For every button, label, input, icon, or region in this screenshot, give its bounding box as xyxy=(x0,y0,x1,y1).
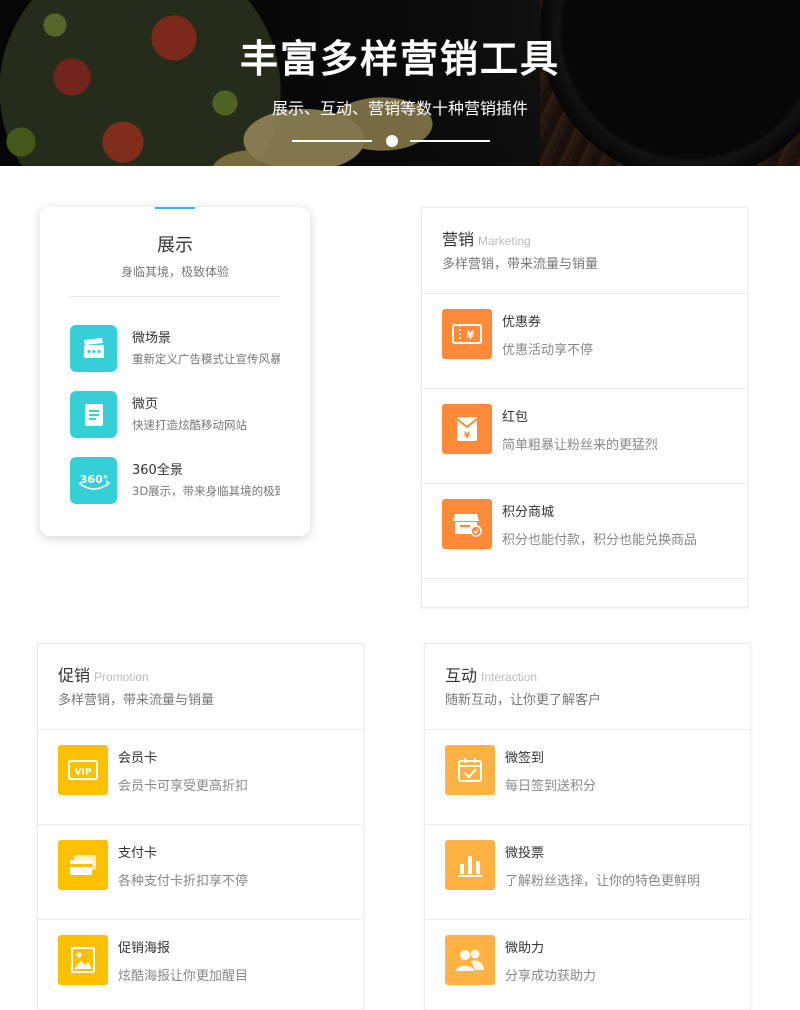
panel-title-en: Interaction xyxy=(481,670,538,684)
feature-name: 会员卡 xyxy=(118,751,158,766)
banner-title: 丰富多样营销工具 xyxy=(239,37,560,81)
display-item-panorama[interactable]: 360° 360全景 3D展示，带来身临其境的极致体验 xyxy=(70,457,290,505)
marketing-panel: 营销 Marketing 多样营销，带来流量与销量 ¥ 优惠券 优惠活动享不停 ¥… xyxy=(421,207,748,608)
panel-title-cn: 营销 xyxy=(442,230,475,249)
feature-name: 促销海报 xyxy=(118,941,171,956)
hero-banner: 丰富多样营销工具 展示、互动、营销等数十种营销插件 xyxy=(0,0,800,166)
panel-subtitle: 多样营销，带来流量与销量 xyxy=(58,693,215,708)
display-item-desc: 重新定义广告模式让宣传风暴 xyxy=(132,352,280,366)
panel-header: 促销 Promotion 多样营销，带来流量与销量 xyxy=(38,644,363,730)
feature-row-coupon[interactable]: ¥ 优惠券 优惠活动享不停 xyxy=(422,294,747,389)
panel-title-cn: 互动 xyxy=(445,666,478,685)
feature-desc: 分享成功获助力 xyxy=(505,969,597,984)
panel-title: 促销 Promotion xyxy=(58,662,149,686)
feature-row-points-mall[interactable]: 积分商城 积分也能付款，积分也能兑换商品 xyxy=(422,484,747,579)
feature-name: 积分商城 xyxy=(502,505,555,520)
red-envelope-icon: ¥ xyxy=(442,404,492,454)
calendar-check-icon xyxy=(445,745,495,795)
display-item-micro-scene[interactable]: 微场景 重新定义广告模式让宣传风暴 xyxy=(70,325,290,373)
clapperboard-icon xyxy=(70,325,117,372)
feature-desc: 了解粉丝选择，让你的特色更鲜明 xyxy=(505,874,701,889)
feature-desc: 优惠活动享不停 xyxy=(502,343,594,358)
promotion-panel: 促销 Promotion 多样营销，带来流量与销量 VIP 会员卡 会员卡可享受更… xyxy=(37,643,364,1010)
panel-title: 营销 Marketing xyxy=(442,226,531,250)
panel-subtitle: 多样营销，带来流量与销量 xyxy=(442,257,599,272)
panel-header: 营销 Marketing 多样营销，带来流量与销量 xyxy=(422,208,747,294)
banner-subtitle: 展示、互动、营销等数十种营销插件 xyxy=(271,99,528,118)
banner-divider xyxy=(292,134,492,148)
display-item-desc: 快速打造炫酷移动网站 xyxy=(132,418,247,432)
feature-row-vote[interactable]: 微投票 了解粉丝选择，让你的特色更鲜明 xyxy=(425,825,750,920)
divider-line-right xyxy=(410,140,490,142)
display-card: 展示 身临其境，极致体验 微场景 重新定义广告模式让宣传风暴 微页 快速打造炫酷… xyxy=(40,207,310,536)
svg-text:¥: ¥ xyxy=(464,431,471,441)
bar-chart-icon xyxy=(445,840,495,890)
interaction-panel: 互动Interaction 随新互动，让你更了解客户 微签到 每日签到送积分 xyxy=(424,643,751,1010)
feature-desc: 每日签到送积分 xyxy=(505,779,597,794)
vip-card-icon: VIP xyxy=(58,745,108,795)
users-icon xyxy=(445,935,495,985)
document-icon xyxy=(70,391,117,438)
panel-title-cn: 促销 xyxy=(58,666,91,685)
display-card-title: 展示 xyxy=(157,235,193,256)
display-item-name: 360全景 xyxy=(132,463,183,478)
display-card-accent xyxy=(155,207,195,209)
svg-text:360°: 360° xyxy=(79,473,107,486)
divider-dot xyxy=(386,135,398,147)
panel-title-en: Marketing xyxy=(478,234,531,248)
display-card-divider xyxy=(70,296,280,297)
svg-text:¥: ¥ xyxy=(467,329,475,342)
feature-name: 红包 xyxy=(502,410,529,425)
display-item-name: 微场景 xyxy=(132,331,172,346)
divider-line-left xyxy=(292,140,372,142)
feature-name: 微签到 xyxy=(505,751,545,766)
feature-name: 微投票 xyxy=(505,846,545,861)
feature-row-red-envelope[interactable]: ¥ 红包 简单粗暴让粉丝来的更猛烈 xyxy=(422,389,747,484)
feature-name: 优惠券 xyxy=(502,315,542,330)
feature-name: 微助力 xyxy=(505,941,545,956)
feature-row-checkin[interactable]: 微签到 每日签到送积分 xyxy=(425,730,750,825)
feature-row-boost[interactable]: 微助力 分享成功获助力 xyxy=(425,920,750,1009)
feature-row-member-card[interactable]: VIP 会员卡 会员卡可享受更高折扣 xyxy=(38,730,363,825)
feature-desc: 积分也能付款，积分也能兑换商品 xyxy=(502,533,698,548)
panel-subtitle: 随新互动，让你更了解客户 xyxy=(445,693,602,708)
display-item-micro-page[interactable]: 微页 快速打造炫酷移动网站 xyxy=(70,391,290,439)
feature-desc: 炫酷海报让你更加醒目 xyxy=(118,969,249,984)
display-item-desc: 3D展示，带来身临其境的极致体验 xyxy=(132,484,280,498)
store-icon xyxy=(442,499,492,549)
panel-header: 互动 Interaction 随新互动，让你更了解客户 xyxy=(425,644,750,730)
feature-row-payment-card[interactable]: 支付卡 各种支付卡折扣享不停 xyxy=(38,825,363,920)
svg-text:VIP: VIP xyxy=(75,768,92,778)
payment-card-icon xyxy=(58,840,108,890)
feature-row-promo-poster[interactable]: 促销海报 炫酷海报让你更加醒目 xyxy=(38,920,363,1009)
poster-icon xyxy=(58,935,108,985)
feature-desc: 简单粗暴让粉丝来的更猛烈 xyxy=(502,438,659,453)
feature-desc: 会员卡可享受更高折扣 xyxy=(118,779,249,794)
feature-name: 支付卡 xyxy=(118,846,158,861)
panel-title-en: Promotion xyxy=(94,670,149,684)
display-card-subtitle: 身临其境，极致体验 xyxy=(120,265,229,279)
feature-desc: 各种支付卡折扣享不停 xyxy=(118,874,249,889)
panorama-360-icon: 360° xyxy=(70,457,117,504)
display-item-name: 微页 xyxy=(132,397,159,412)
panel-title: 互动 Interaction xyxy=(445,662,537,686)
coupon-icon: ¥ xyxy=(442,309,492,359)
